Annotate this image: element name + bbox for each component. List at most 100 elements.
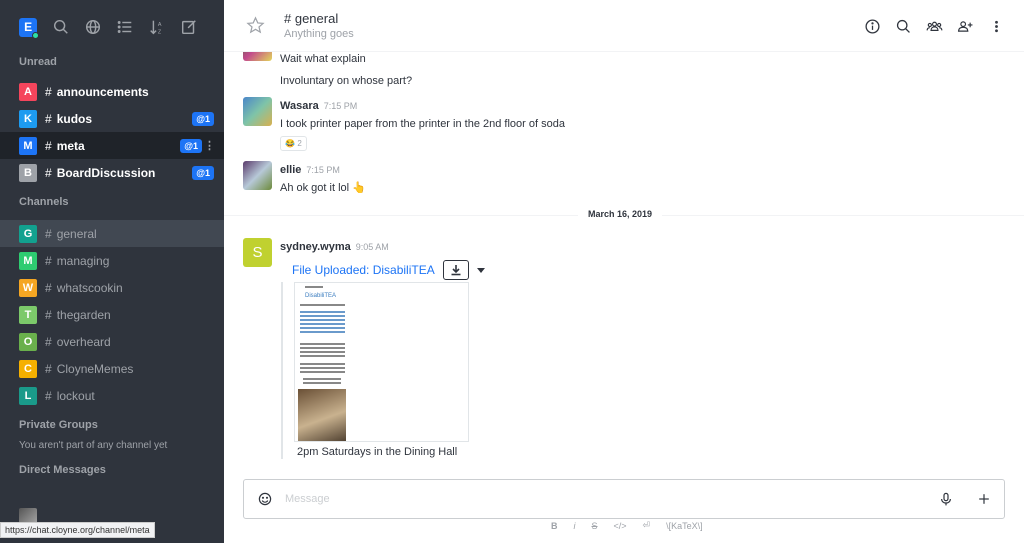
code-button[interactable]: </> <box>614 521 627 531</box>
message-list: Wait what explain Involuntary on whose p… <box>224 52 1024 462</box>
online-status-dot <box>32 31 40 39</box>
room-avatar: A <box>19 82 37 101</box>
sidebar-item-whatscookin[interactable]: W # whatscookin <box>0 274 224 301</box>
sidebar-item-label: kudos <box>56 111 93 126</box>
file-attachment-title: File Uploaded: DisabiliTEA <box>292 260 485 280</box>
message-timestamp: 9:05 AM <box>355 242 389 252</box>
sidebar-item-label: meta <box>56 138 85 153</box>
favorite-star-icon[interactable] <box>246 15 266 36</box>
members-icon[interactable] <box>924 16 944 36</box>
user-avatar <box>243 52 272 61</box>
hash-icon: # <box>45 84 52 99</box>
user-avatar: S <box>243 238 272 267</box>
kebab-icon[interactable] <box>986 16 1006 36</box>
hash-icon: # <box>45 111 52 126</box>
room-avatar: T <box>19 305 37 324</box>
file-link[interactable]: File Uploaded: DisabiliTEA <box>292 263 435 277</box>
flyer-title: DisabiliTEA <box>305 293 337 299</box>
edit-icon[interactable] <box>180 17 199 37</box>
mention-badge: @1 <box>192 111 214 126</box>
room-avatar: K <box>19 109 37 128</box>
sidebar-item-thegarden[interactable]: T # thegarden <box>0 301 224 328</box>
room-avatar: O <box>19 332 37 351</box>
room-avatar: L <box>19 386 37 405</box>
room-avatar: C <box>19 359 37 378</box>
flyer-photo <box>298 389 346 441</box>
section-title-channels: Channels <box>19 196 69 208</box>
room-avatar: M <box>19 136 37 155</box>
sidebar-item-announcements[interactable]: A # announcements <box>0 78 224 105</box>
message-text: Ah ok got it lol 👆 <box>280 182 366 194</box>
message-timestamp: 7:15 PM <box>323 101 358 111</box>
sidebar-item-kudos[interactable]: K # kudos @1 <box>0 105 224 132</box>
file-description: 2pm Saturdays in the Dining Hall <box>297 446 458 458</box>
bold-button[interactable]: B <box>551 521 558 531</box>
globe-icon[interactable] <box>83 17 102 37</box>
sidebar-item-label: announcements <box>56 84 149 99</box>
sidebar-item-general[interactable]: G # general <box>0 220 224 247</box>
room-avatar: G <box>19 224 37 243</box>
room-avatar: B <box>19 163 37 182</box>
section-title-unread: Unread <box>19 56 57 68</box>
sidebar-item-label: BoardDiscussion <box>56 165 156 180</box>
italic-button[interactable]: i <box>574 521 576 531</box>
file-preview-image[interactable]: DisabiliTEA <box>294 282 469 442</box>
section-title-private-groups: Private Groups <box>19 419 98 431</box>
hash-icon: # <box>45 253 52 268</box>
sidebar-item-overheard[interactable]: O # overheard <box>0 328 224 355</box>
channel-list: G # general M # managing W # whatscookin T # thegar… <box>0 220 224 409</box>
private-groups-empty-note: You aren't part of any channel yet <box>19 440 168 451</box>
sidebar-item-label: general <box>56 226 97 241</box>
mention-badge: @1 <box>180 138 202 153</box>
reaction-badge[interactable]: 😂 2 <box>280 136 307 151</box>
sidebar-item-cloynememes[interactable]: C # CloyneMemes <box>0 355 224 382</box>
message-text: Involuntary on whose part? <box>280 75 413 87</box>
main-panel: # general Anything goes Wait what explai… <box>224 0 1024 543</box>
katex-button[interactable]: \[KaTeX\] <box>666 521 703 531</box>
sort-icon[interactable]: AZ <box>148 17 167 37</box>
hash-icon: # <box>45 226 52 241</box>
hash-icon: # <box>45 280 52 295</box>
svg-text:A: A <box>158 22 162 28</box>
status-bar-url: https://chat.cloyne.org/channel/meta <box>0 522 155 538</box>
multiline-button[interactable]: ⏎ <box>643 520 651 531</box>
room-header: # general Anything goes <box>224 0 1024 52</box>
microphone-icon[interactable] <box>936 489 956 509</box>
room-avatar: M <box>19 251 37 270</box>
message-composer <box>243 479 1005 519</box>
sidebar-item-managing[interactable]: M # managing <box>0 247 224 274</box>
strike-button[interactable]: S <box>592 521 598 531</box>
chevron-down-icon[interactable] <box>476 267 485 273</box>
search-icon[interactable] <box>893 16 913 36</box>
list-icon[interactable] <box>116 17 135 37</box>
sidebar-item-boarddiscussion[interactable]: B # BoardDiscussion @1 <box>0 159 224 186</box>
room-title: # general <box>284 11 339 26</box>
user-avatar <box>243 161 272 190</box>
plus-icon[interactable] <box>974 489 994 509</box>
workspace-logo[interactable]: E <box>19 17 40 39</box>
sidebar-item-label: managing <box>56 253 110 268</box>
hash-icon: # <box>45 361 52 376</box>
message-author: Wasara 7:15 PM <box>280 100 358 112</box>
hash-icon: # <box>45 165 52 180</box>
hash-icon: # <box>45 388 52 403</box>
download-icon[interactable] <box>442 260 469 280</box>
sidebar-item-meta[interactable]: M # meta @1 ⋮ <box>0 132 224 159</box>
sidebar-item-lockout[interactable]: L # lockout <box>0 382 224 409</box>
hash-icon: # <box>45 307 52 322</box>
mention-badge: @1 <box>192 165 214 180</box>
sidebar-item-label: lockout <box>56 388 95 403</box>
sidebar-item-label: CloyneMemes <box>56 361 134 376</box>
kebab-icon[interactable]: ⋮ <box>204 139 215 152</box>
hash-icon: # <box>45 138 52 153</box>
room-topic: Anything goes <box>284 28 354 40</box>
svg-text:Z: Z <box>158 29 162 35</box>
add-user-icon[interactable] <box>955 16 975 36</box>
emoji-icon[interactable] <box>255 489 275 509</box>
sidebar-toolbar: E AZ <box>0 0 224 54</box>
message-timestamp: 7:15 PM <box>306 165 340 175</box>
message-input[interactable] <box>285 493 936 505</box>
sidebar-item-label: whatscookin <box>56 280 123 295</box>
info-icon[interactable] <box>862 16 882 36</box>
search-icon[interactable] <box>51 17 70 37</box>
